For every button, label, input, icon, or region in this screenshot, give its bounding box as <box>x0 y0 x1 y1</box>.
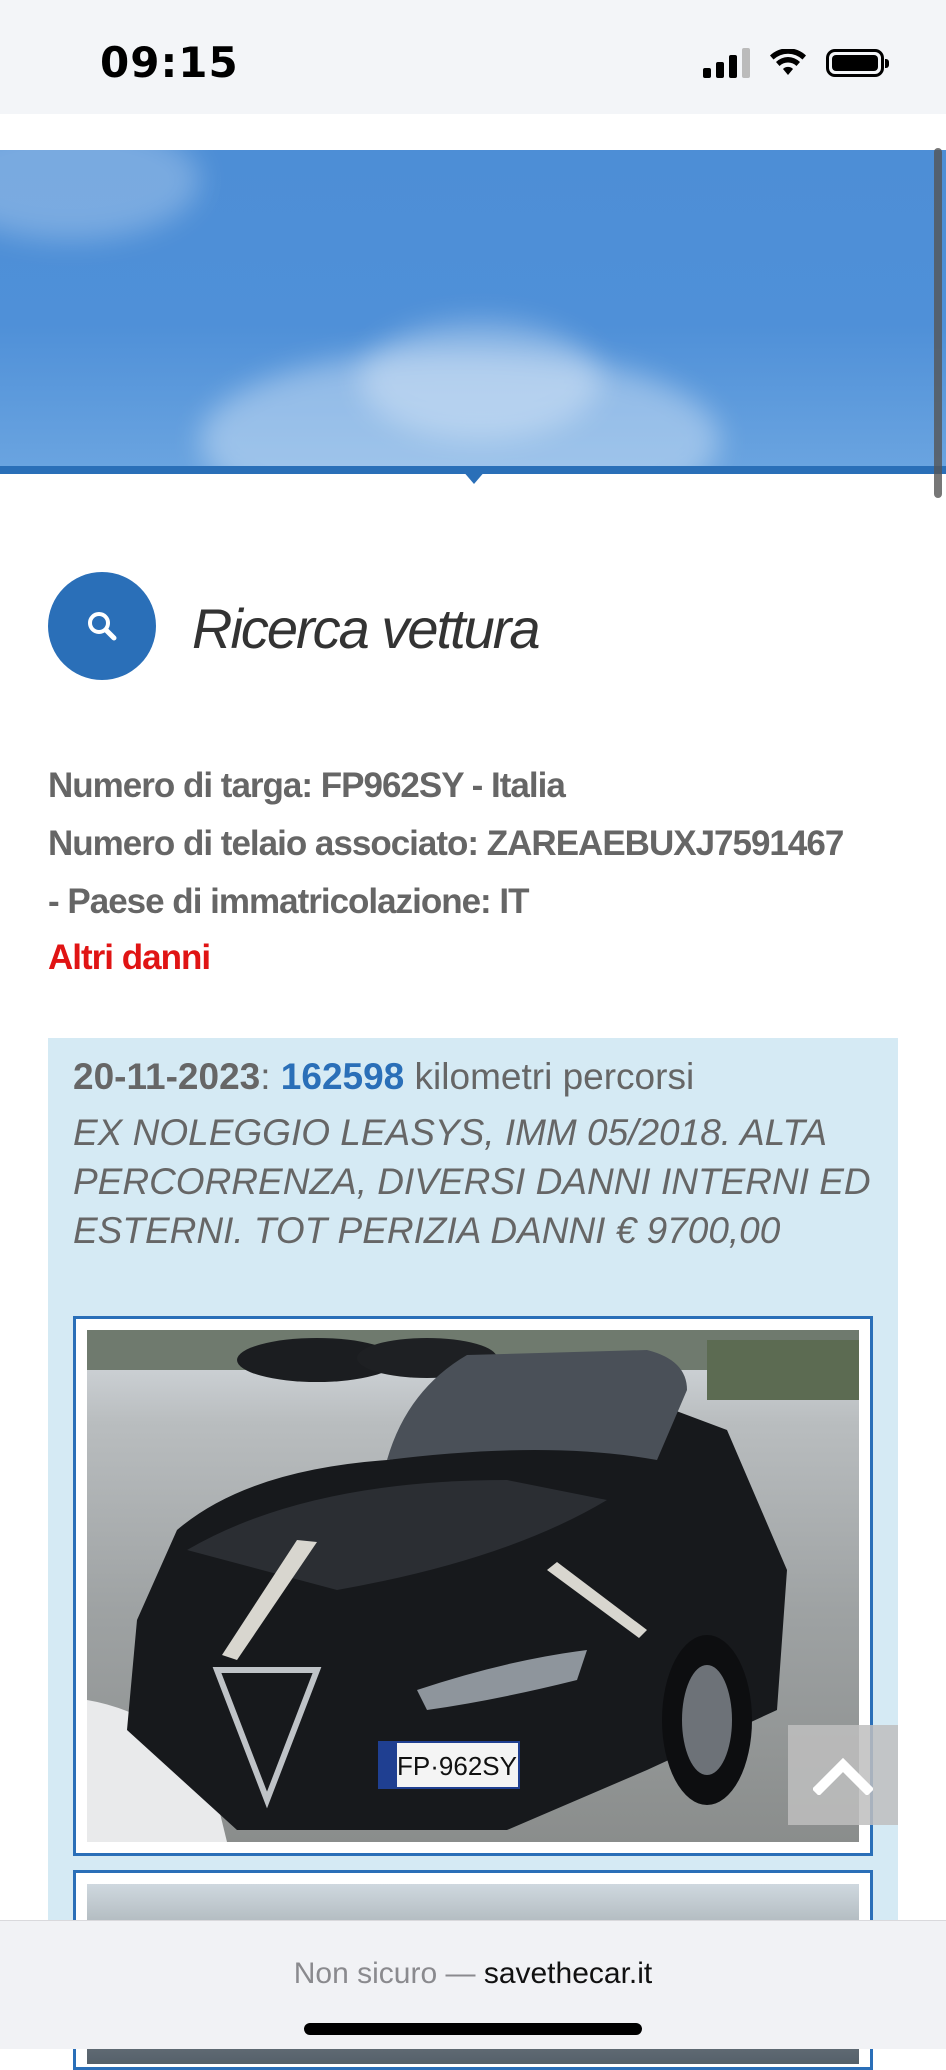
page-title: Ricerca vettura <box>192 597 541 660</box>
cellular-signal-icon <box>703 48 750 78</box>
record-mileage: 162598 <box>280 1056 405 1097</box>
banner-notch <box>462 470 486 484</box>
scroll-to-top-button[interactable] <box>788 1725 898 1825</box>
car-illustration: FP·962SY <box>87 1330 859 1842</box>
url-display[interactable]: Non sicuro — savethecar.it <box>0 1957 946 1991</box>
security-status: Non sicuro — <box>293 1957 484 1990</box>
record-mileage-label: kilometri percorsi <box>404 1056 695 1097</box>
scrollbar[interactable] <box>934 148 942 498</box>
record-date: 20-11-2023 <box>73 1056 261 1097</box>
damage-type-label: Altri danni <box>48 938 211 977</box>
plate-number-text: Numero di targa: FP962SY - Italia <box>48 766 566 805</box>
record-header: 20-11-2023: 162598 kilometri percorsi <box>73 1056 694 1098</box>
registration-country-text: - Paese di immatricolazione: IT <box>48 882 530 921</box>
status-time: 09:15 <box>100 38 239 87</box>
battery-icon <box>826 49 889 77</box>
home-indicator[interactable] <box>304 2023 642 2035</box>
vehicle-record-card: 20-11-2023: 162598 kilometri percorsi EX… <box>48 1038 898 2070</box>
vehicle-photo[interactable]: FP·962SY <box>87 1330 859 1842</box>
vehicle-photo-frame[interactable]: FP·962SY <box>73 1316 873 1856</box>
site-domain: savethecar.it <box>483 1957 653 1990</box>
search-icon <box>88 612 117 641</box>
wifi-icon <box>770 49 806 75</box>
record-description: EX NOLEGGIO LEASYS, IMM 05/2018. ALTA PE… <box>73 1112 871 1251</box>
record-separator: : <box>260 1056 281 1097</box>
chevron-up-icon <box>813 1757 873 1795</box>
license-plate-text: FP·962SY <box>397 1751 517 1781</box>
search-button[interactable] <box>48 572 156 680</box>
status-bar: 09:15 <box>0 0 946 114</box>
header-banner-image <box>0 150 946 468</box>
vin-text: Numero di telaio associato: ZAREAEBUXJ75… <box>48 824 844 863</box>
status-icons <box>703 48 889 78</box>
browser-address-bar[interactable]: Non sicuro — savethecar.it <box>0 1920 946 2049</box>
